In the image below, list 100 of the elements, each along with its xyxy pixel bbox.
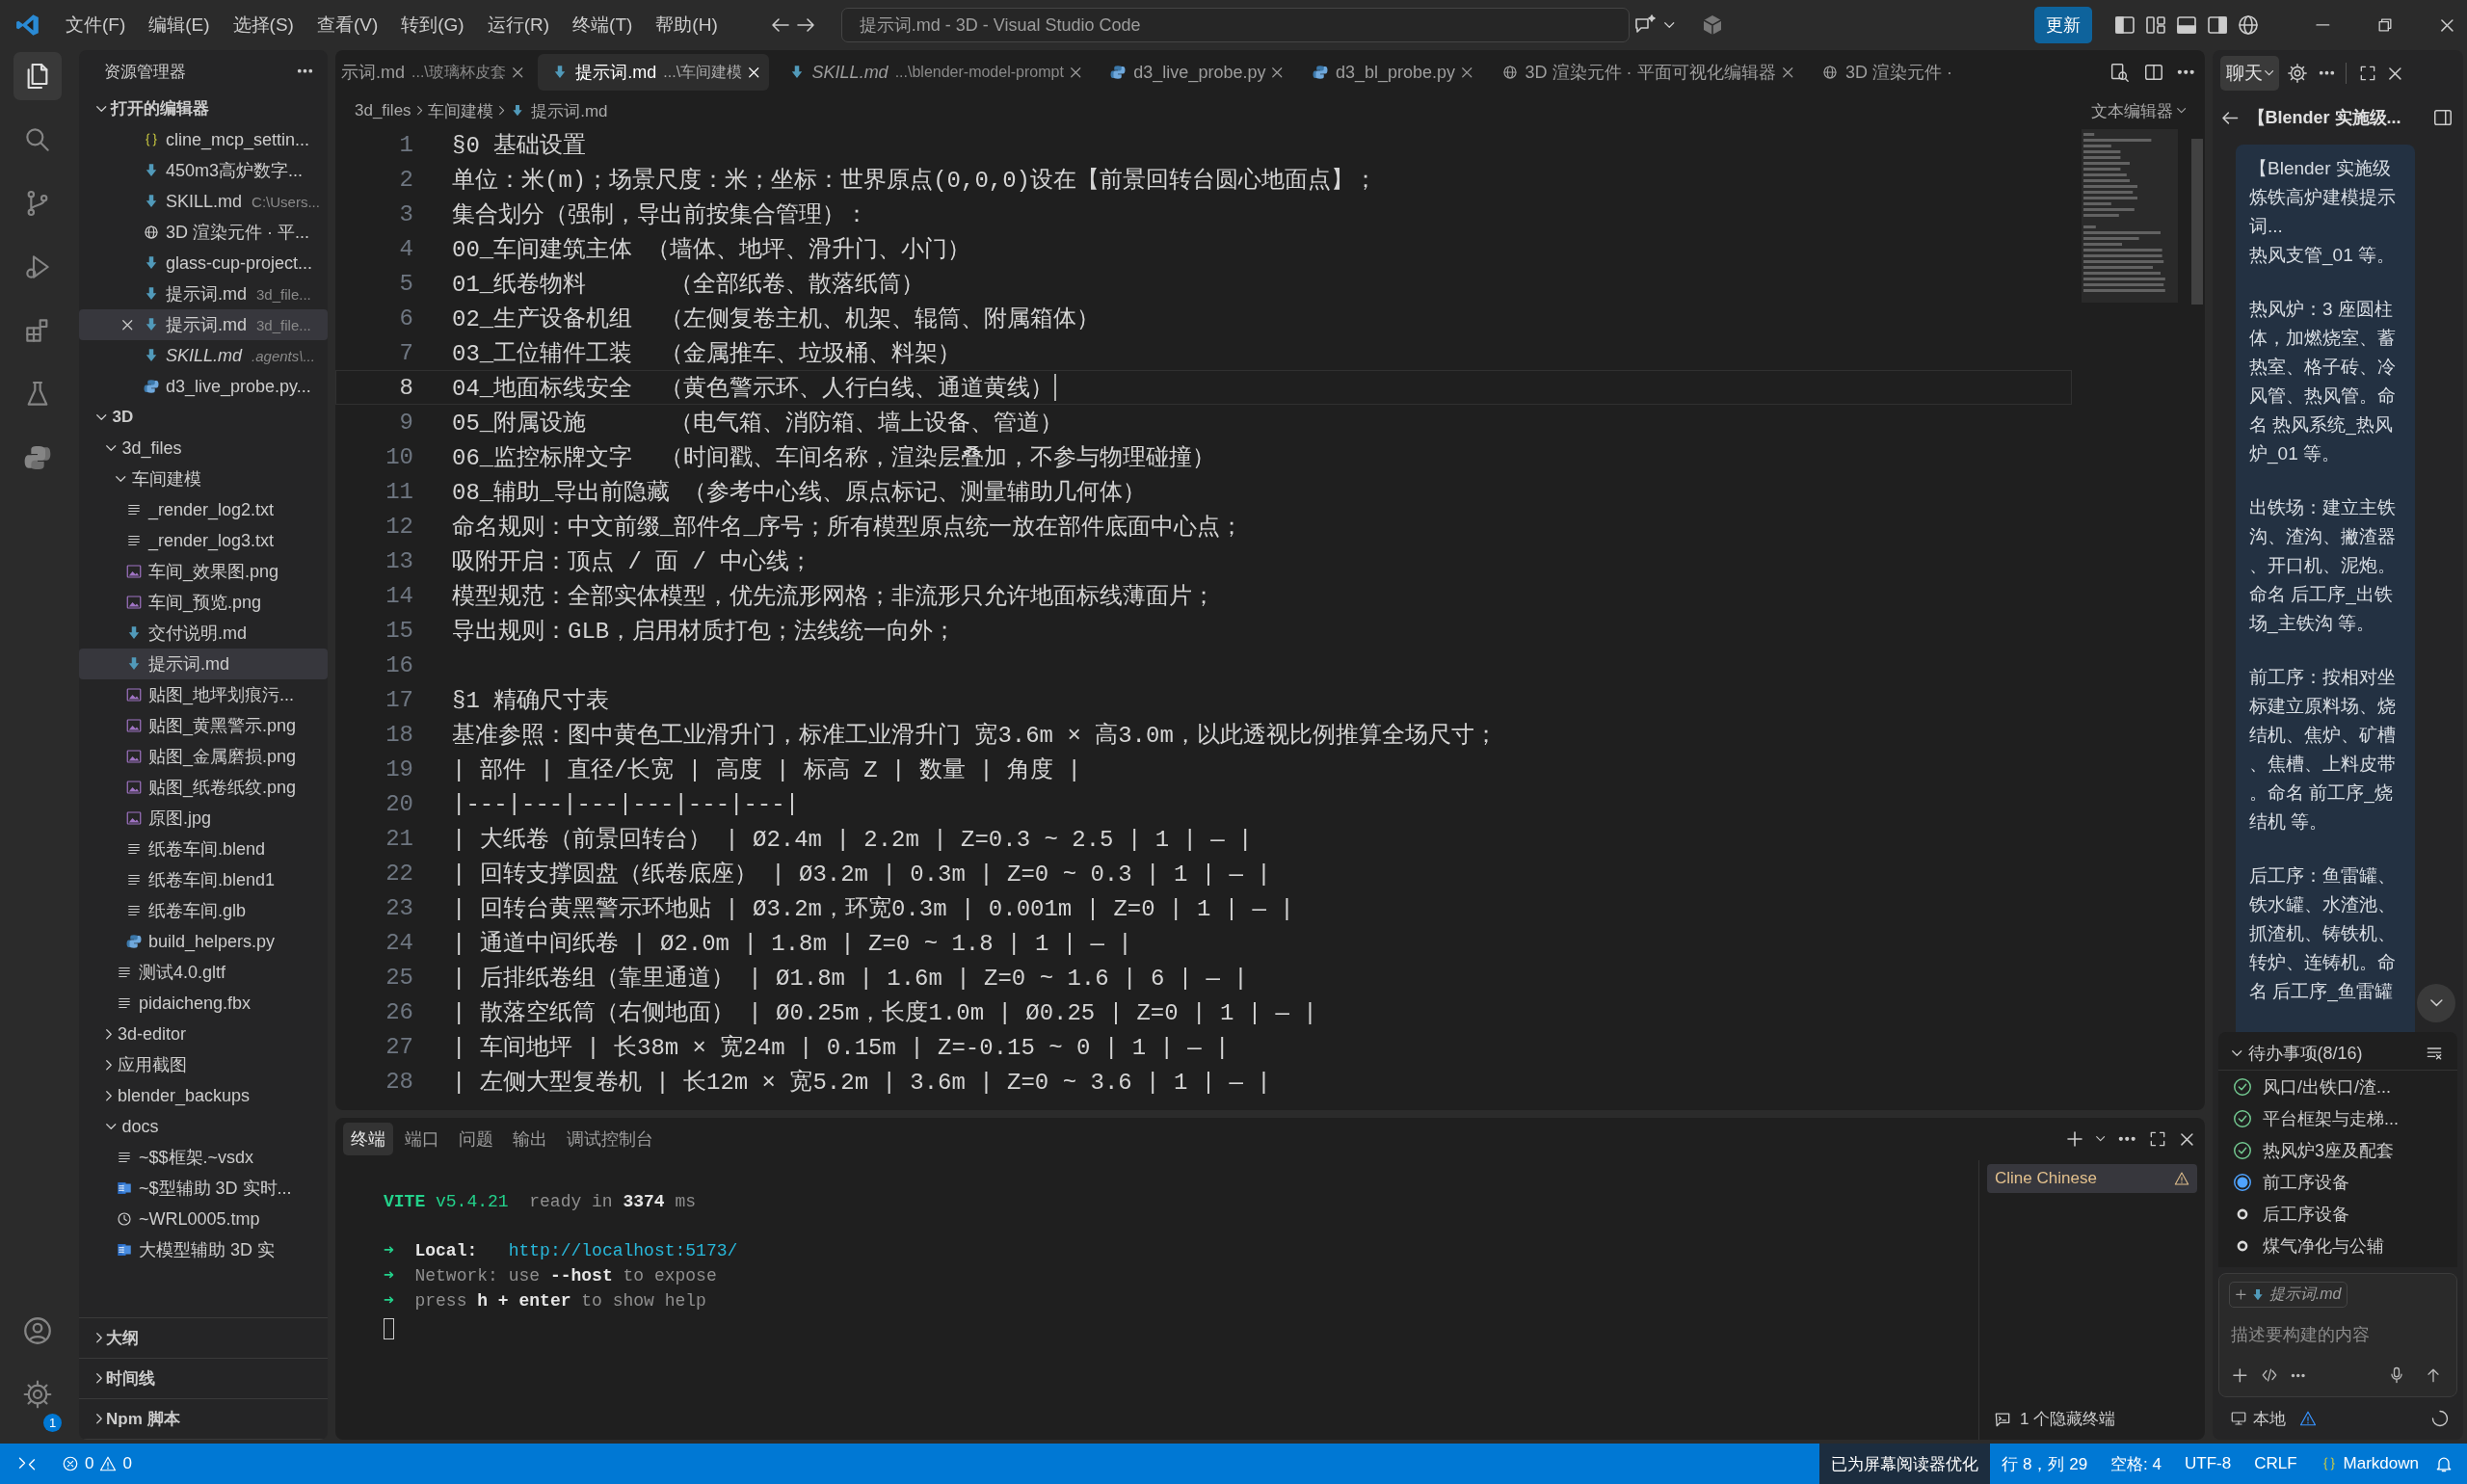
section-header[interactable]: 打开的编辑器 <box>79 93 328 124</box>
file-item[interactable]: 纸卷车间.blend <box>79 834 328 864</box>
hidden-terminals-label[interactable]: 1 个隐藏终端 <box>2020 1408 2116 1430</box>
file-item[interactable]: _render_log2.txt <box>79 494 328 525</box>
panel-tab[interactable]: 终端 <box>343 1123 393 1155</box>
file-item[interactable]: 测试4.0.gltf <box>79 957 328 988</box>
editor-tab[interactable]: SKILL.md ...\blender-model-prompt <box>774 54 1091 91</box>
folder-item[interactable]: 车间建模 <box>79 464 328 494</box>
folder-item[interactable]: 3d-editor <box>79 1019 328 1049</box>
panel-tab[interactable]: 调试控制台 <box>559 1123 661 1155</box>
message-heading: 【Blender 实施级炼铁高炉建模提示词... <box>2249 157 2397 238</box>
breadcrumb-item[interactable]: 提示词.md <box>531 99 608 122</box>
status-item[interactable]: 行 8，列 29 <box>1990 1444 2100 1484</box>
file-item[interactable]: 交付说明.md <box>79 618 328 649</box>
error-icon <box>62 1455 79 1472</box>
text-cursor <box>1054 374 1056 401</box>
file-item[interactable]: 原图.jpg <box>79 803 328 834</box>
files-tab[interactable] <box>13 52 62 100</box>
file-item[interactable]: 车间_效果图.png <box>79 556 328 587</box>
menu-item[interactable]: 编辑(E) <box>137 7 222 43</box>
editor-tab[interactable]: 示词.md ...\玻璃杯皮套 <box>335 54 533 91</box>
chevron-down-icon <box>2265 70 2274 76</box>
open-editor-item[interactable]: SKILL.md C:\Users... <box>79 186 328 217</box>
editor-mode-button[interactable]: 文本编辑器 <box>2084 98 2191 123</box>
sidebar-toggle-icon <box>2112 13 2136 37</box>
menu-item[interactable]: 转到(G) <box>389 7 476 43</box>
terminal-line: ➜ Local: http://localhost:5173/ <box>384 1240 738 1260</box>
file-item[interactable]: 纸卷车间.glb <box>79 895 328 926</box>
scroll-down-button[interactable] <box>2417 984 2455 1022</box>
open-editor-item[interactable]: 450m3高炉数字... <box>79 155 328 186</box>
file-item[interactable]: 车间_预览.png <box>79 587 328 618</box>
open-editor-item[interactable]: 提示词.md 3d_file... <box>79 278 328 309</box>
terminal-item[interactable]: Cline Chinese <box>1987 1164 2197 1193</box>
file-item[interactable]: 贴图_金属磨损.png <box>79 741 328 772</box>
editor-tab[interactable]: 3D 渲染元件 · 平面可视化编辑器 <box>1487 54 1803 91</box>
status-item[interactable]: 已为屏幕阅读器优化 <box>1819 1444 1991 1484</box>
panel-tab[interactable]: 输出 <box>505 1123 555 1155</box>
open-editor-item[interactable]: glass-cup-project... <box>79 248 328 278</box>
menu-item[interactable]: 帮助(H) <box>644 7 729 43</box>
code-line: §1 精确尺寸表 <box>452 687 610 715</box>
open-editor-item[interactable]: 3D 渲染元件 · 平... <box>79 217 328 248</box>
folder-item[interactable]: 3D <box>79 402 328 433</box>
panel-tab[interactable]: 问题 <box>451 1123 501 1155</box>
editor-tab[interactable]: d3_live_probe.py <box>1096 54 1292 91</box>
section-header[interactable]: 大纲 <box>79 1318 328 1359</box>
mode-button[interactable]: 本地 <box>2226 1403 2290 1434</box>
file-item[interactable]: 贴图_地坪划痕污... <box>79 679 328 710</box>
file-item[interactable]: pidaicheng.fbx <box>79 988 328 1019</box>
open-editor-item[interactable]: cline_mcp_settin... <box>79 124 328 155</box>
panel-toggle-icon <box>2432 107 2454 128</box>
update-button[interactable]: 更新 <box>2033 7 2092 43</box>
menu-item[interactable]: 选择(S) <box>221 7 305 43</box>
file-item[interactable]: ~$型辅助 3D 实时... <box>79 1173 328 1204</box>
status-item[interactable]: 空格: 4 <box>2099 1444 2173 1484</box>
folder-item[interactable]: blender_backups <box>79 1080 328 1111</box>
problems-button[interactable]: 0 0 <box>54 1454 140 1473</box>
open-editor-item[interactable]: 提示词.md 3d_file... <box>79 309 328 340</box>
section-header[interactable]: Npm 脚本 <box>79 1399 328 1440</box>
folder-item[interactable]: docs <box>79 1111 328 1142</box>
code-line: 集合划分（强制，导出前按集合管理）： <box>452 201 868 229</box>
file-item[interactable]: build_helpers.py <box>79 926 328 957</box>
menu-item[interactable]: 运行(R) <box>475 7 562 43</box>
file-item[interactable]: ~$$框架.~vsdx <box>79 1142 328 1173</box>
chat-input-box[interactable]: 提示词.md 描述要构建的内容 <box>2218 1273 2457 1397</box>
document-icon <box>116 1241 133 1259</box>
attachment-chip[interactable]: 提示词.md <box>2229 1282 2348 1308</box>
editor-tab[interactable]: d3_bl_probe.py <box>1297 54 1482 91</box>
breadcrumb-item[interactable]: 车间建模 <box>427 99 493 122</box>
chevron-right-icon <box>106 1028 112 1040</box>
file-item[interactable]: 纸卷车间.blend1 <box>79 864 328 895</box>
file-item[interactable]: 提示词.md <box>79 649 328 679</box>
code-line: 08_辅助_导出前隐藏 （参考中心线、原点标记、测量辅助几何体） <box>452 479 1146 507</box>
status-item[interactable]: CRLF <box>2242 1444 2309 1484</box>
file-item[interactable]: 贴图_黄黑警示.png <box>79 710 328 741</box>
file-item[interactable]: 大模型辅助 3D 实 <box>79 1234 328 1265</box>
add-icon <box>2233 1367 2247 1383</box>
chat-tab[interactable]: 聊天 <box>2220 56 2280 91</box>
panel-tab[interactable]: 端口 <box>397 1123 447 1155</box>
breadcrumb-item[interactable]: 3d_files <box>355 101 411 120</box>
menu-item[interactable]: 文件(F) <box>54 7 138 43</box>
menu-item[interactable]: 查看(V) <box>305 7 390 43</box>
terminal-line: ➜ Network: use --host to expose <box>384 1265 717 1285</box>
language-button[interactable]: Markdown <box>2308 1444 2430 1484</box>
todo-header[interactable]: 待办事项(8/16) <box>2228 1037 2367 1069</box>
file-item[interactable]: _render_log3.txt <box>79 525 328 556</box>
line-number: 3 <box>398 200 413 227</box>
editor-tab[interactable]: 提示词.md ...\车间建模 <box>538 54 769 91</box>
section-header[interactable]: 时间线 <box>79 1359 328 1399</box>
code-line: 导出规则：GLB，启用材质打包；法线统一向外； <box>452 618 957 646</box>
file-item[interactable]: ~WRL0005.tmp <box>79 1204 328 1234</box>
file-item[interactable]: 贴图_纸卷纸纹.png <box>79 772 328 803</box>
editor-tab[interactable]: 3D 渲染元件 · <box>1808 54 1963 91</box>
status-item[interactable]: UTF-8 <box>2173 1444 2243 1484</box>
open-editor-item[interactable]: SKILL.md .agents\... <box>79 340 328 371</box>
menu-item[interactable]: 终端(T) <box>561 7 645 43</box>
folder-item[interactable]: 应用截图 <box>79 1049 328 1080</box>
command-center-box[interactable]: 提示词.md - 3D - Visual Studio Code <box>840 8 1630 42</box>
folder-item[interactable]: 3d_files <box>79 433 328 464</box>
open-editor-item[interactable]: d3_live_probe.py... <box>79 371 328 402</box>
scrollbar-thumb[interactable] <box>2191 139 2203 305</box>
